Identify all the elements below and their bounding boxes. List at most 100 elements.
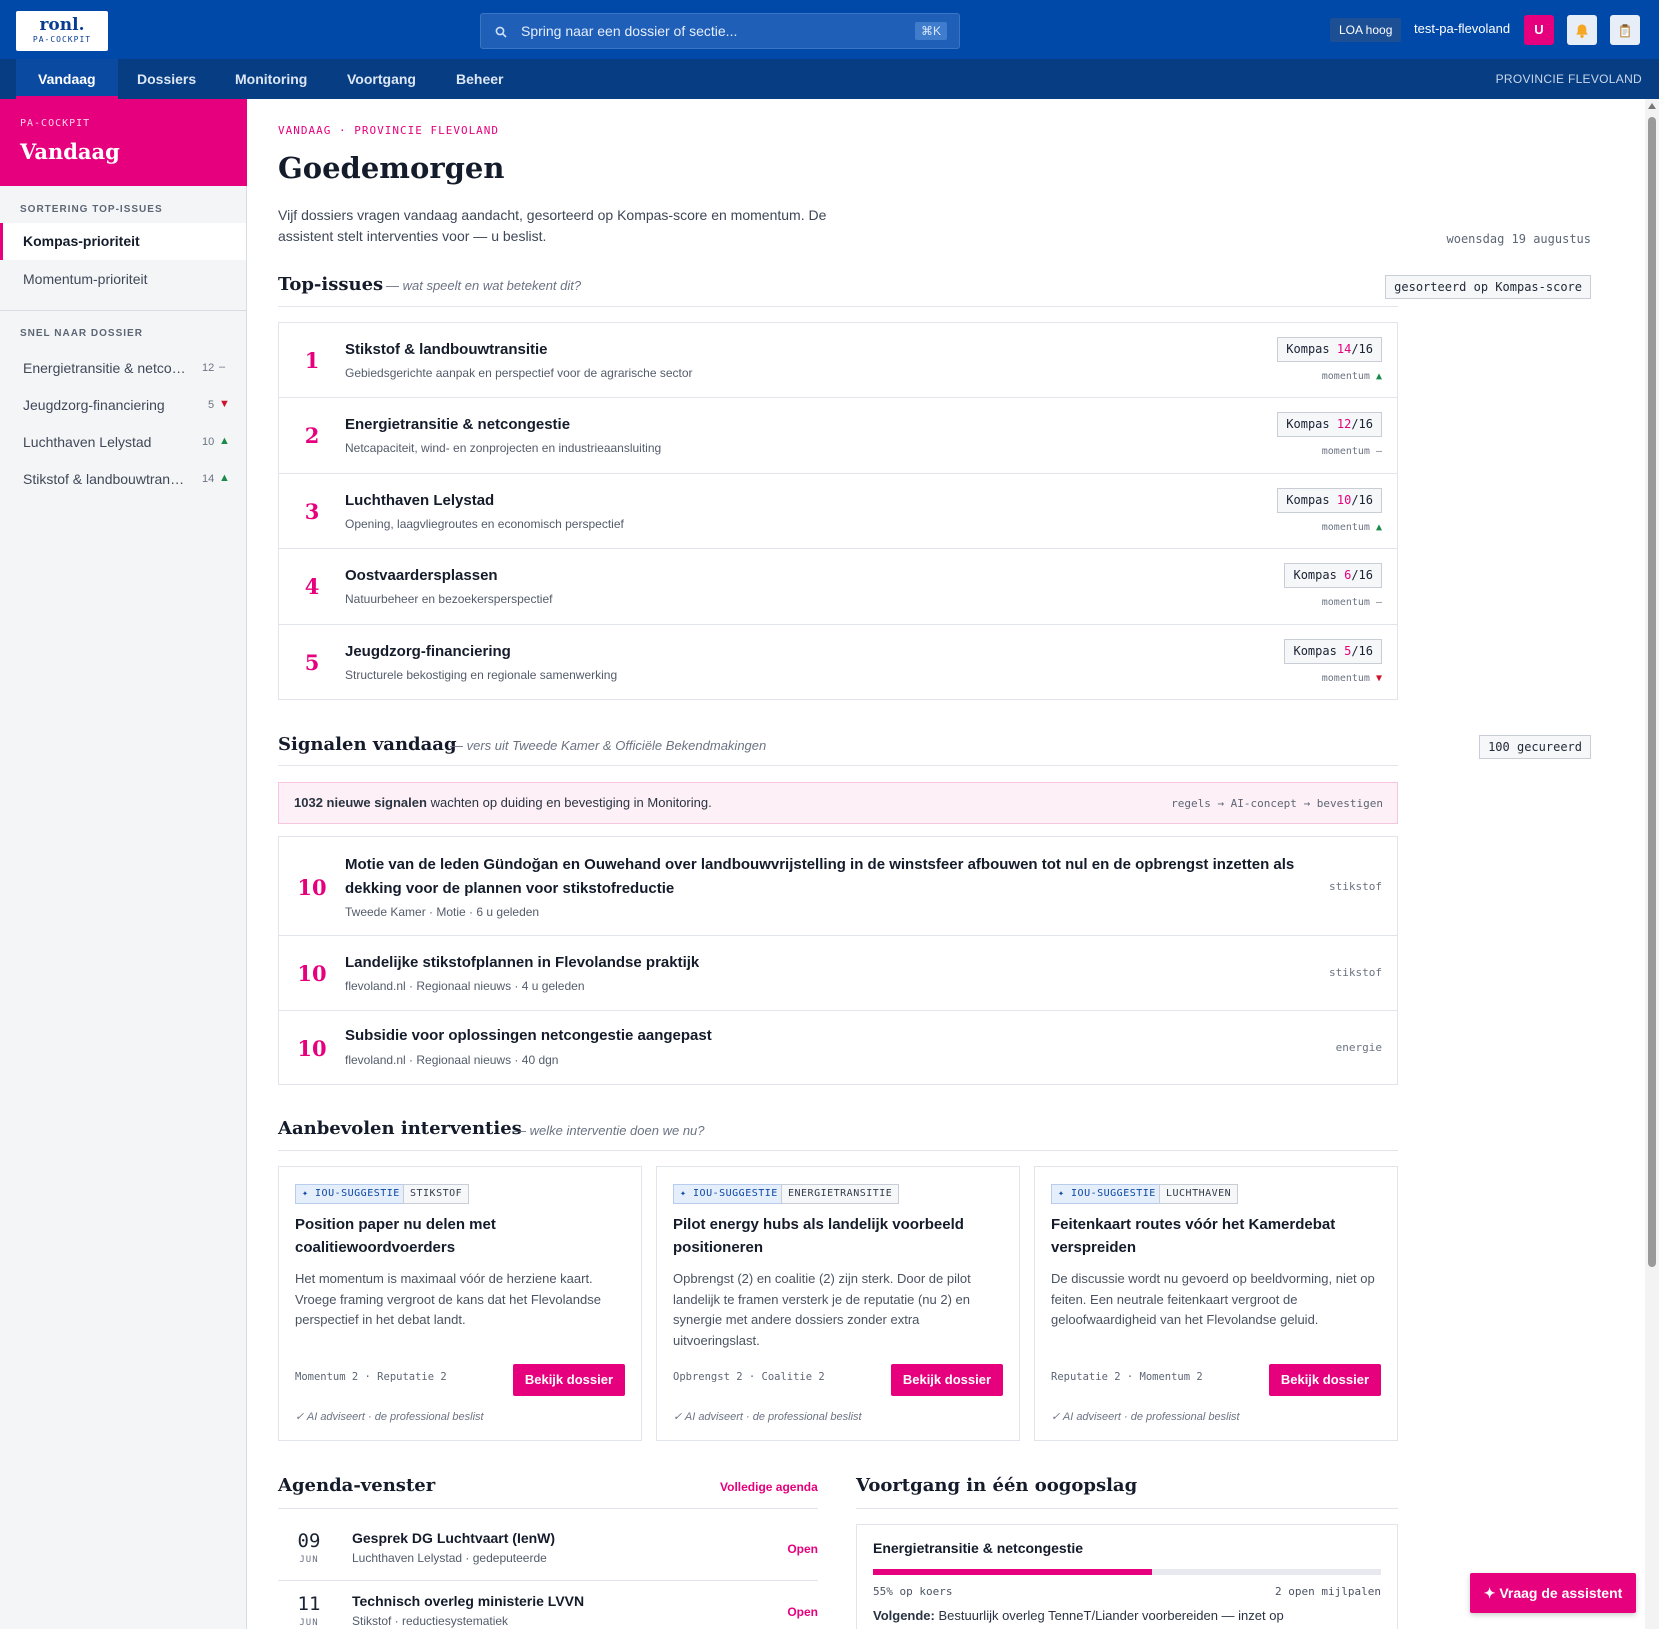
logo[interactable]: ronl. PA-COCKPIT <box>16 11 108 51</box>
signal-tag: stikstof <box>1329 880 1382 893</box>
full-agenda-link[interactable]: Volledige agenda <box>720 1480 818 1494</box>
kompas-max: /16 <box>1351 417 1373 431</box>
quick-dossier-name: Energietransitie & netcongestie <box>23 360 190 376</box>
view-dossier-button[interactable]: Bekijk dossier <box>1268 1364 1381 1396</box>
quick-dossier-name: Jeugdzorg-financiering <box>23 397 165 413</box>
sidebar-divider <box>0 310 246 311</box>
signals-list: 10 Motie van de leden Gündoğan en Ouweha… <box>278 836 1398 1085</box>
search-placeholder: Spring naar een dossier of sectie... <box>521 23 738 39</box>
kompas-value: 12 <box>1336 417 1352 431</box>
agenda-item[interactable]: 09 JUN Gesprek DG Luchtvaart (IenW) Luch… <box>278 1521 818 1581</box>
progress-title: Voortgang in één oogopslag <box>856 1475 1138 1496</box>
agenda-month: JUN <box>299 1555 319 1565</box>
issue-row[interactable]: 3 Luchthaven Lelystad Opening, laagvlieg… <box>279 474 1397 549</box>
momentum-label: momentum <box>1321 597 1370 608</box>
issue-row[interactable]: 4 Oostvaardersplassen Natuurbeheer en be… <box>279 549 1397 625</box>
ask-assistant-button[interactable]: ✦ Vraag de assistent <box>1470 1573 1636 1613</box>
open-milestones: 2 open mijlpalen <box>1275 1585 1381 1598</box>
issue-title: Energietransitie & netcongestie <box>345 416 571 433</box>
avatar[interactable]: U <box>1524 15 1554 45</box>
sort-momentum[interactable]: Momentum-prioriteit <box>0 261 246 298</box>
kompas-label: Kompas <box>1293 568 1337 582</box>
quick-dossier-score: 14 <box>202 473 215 485</box>
search-input[interactable]: Spring naar een dossier of sectie... ⌘K <box>480 13 960 49</box>
issue-row[interactable]: 5 Jeugdzorg-financiering Structurele bek… <box>279 625 1397 699</box>
issue-row[interactable]: 2 Energietransitie & netcongestie Netcap… <box>279 398 1397 474</box>
quick-dossier-stikstof[interactable]: Stikstof & landbouwtransitie 14 ▲ <box>0 461 246 497</box>
quick-dossier-energietransitie[interactable]: Energietransitie & netcongestie 12 – <box>0 350 246 386</box>
sort-kompas[interactable]: Kompas-prioriteit <box>0 223 246 260</box>
top-bar: ronl. PA-COCKPIT Spring naar een dossier… <box>0 0 1659 59</box>
progress-card[interactable]: Energietransitie & netcongestie 55% op k… <box>856 1524 1398 1629</box>
sidebar-title: Vandaag <box>20 139 120 164</box>
intervention-title: Feitenkaart routes vóór het Kamerdebat v… <box>1051 1216 1336 1256</box>
issue-rank: 3 <box>304 499 320 524</box>
kompas-score: Kompas 14/16 <box>1277 337 1382 362</box>
trend-up-icon: ▲ <box>1375 522 1382 533</box>
intervention-title: Position paper nu delen met coalitiewoor… <box>295 1216 496 1256</box>
nav-vandaag[interactable]: Vandaag <box>16 59 118 99</box>
scrollbar-thumb[interactable] <box>1648 117 1656 1267</box>
signal-tag: energie <box>1335 1041 1382 1054</box>
momentum-label: momentum <box>1321 673 1370 684</box>
issue-subtitle: Structurele bekostiging en regionale sam… <box>345 668 618 682</box>
nav-dossiers[interactable]: Dossiers <box>137 59 196 99</box>
trend-up-icon: ▲ <box>1375 371 1382 382</box>
issue-title: Stikstof & landbouwtransitie <box>345 341 548 358</box>
ai-suggestion-chip: ✦ IOU-SUGGESTIE <box>1051 1184 1163 1204</box>
agenda-open-link[interactable]: Open <box>787 1605 818 1619</box>
assistant-label: Vraag de assistent <box>1499 1585 1623 1601</box>
sidebar-header: PA-COCKPIT Vandaag <box>0 99 247 186</box>
kompas-value: 10 <box>1336 493 1352 507</box>
signal-score: 10 <box>297 875 327 900</box>
view-dossier-button[interactable]: Bekijk dossier <box>512 1364 625 1396</box>
issue-row[interactable]: 1 Stikstof & landbouwtransitie Gebiedsge… <box>279 323 1397 398</box>
issue-rank: 1 <box>304 348 320 373</box>
scroll-up-icon[interactable] <box>1648 103 1656 109</box>
signal-row[interactable]: 10 Landelijke stikstofplannen in Flevola… <box>279 936 1397 1011</box>
issue-title: Luchthaven Lelystad <box>345 492 495 509</box>
momentum-label: momentum <box>1321 446 1370 457</box>
trend-flat-icon: – <box>219 361 226 373</box>
kompas-max: /16 <box>1351 644 1373 658</box>
signal-title: Motie van de leden Gündoğan en Ouwehand … <box>345 856 1295 897</box>
notifications-button[interactable] <box>1567 15 1597 45</box>
agenda-open-link[interactable]: Open <box>787 1542 818 1556</box>
kompas-score: Kompas 5/16 <box>1284 639 1382 664</box>
signal-row[interactable]: 10 Subsidie voor oplossingen netcongesti… <box>279 1011 1397 1084</box>
kompas-max: /16 <box>1351 568 1373 582</box>
quick-dossier-jeugdzorg[interactable]: Jeugdzorg-financiering 5 ▼ <box>0 387 246 423</box>
top-issues-list: 1 Stikstof & landbouwtransitie Gebiedsge… <box>278 322 1398 700</box>
category-chip: LUCHTHAVEN <box>1159 1184 1239 1204</box>
intervention-card: ✦ IOU-SUGGESTIE STIKSTOF Position paper … <box>278 1166 642 1441</box>
issue-rank: 2 <box>304 423 320 448</box>
trend-down-icon: ▼ <box>1375 673 1382 684</box>
nav-monitoring[interactable]: Monitoring <box>235 59 307 99</box>
keyboard-shortcut: ⌘K <box>914 22 947 40</box>
kompas-max: /16 <box>1351 342 1373 356</box>
username[interactable]: test-pa-flevoland <box>1414 21 1510 36</box>
quick-dossier-name: Luchthaven Lelystad <box>23 434 152 450</box>
agenda-title: Agenda-venster <box>278 1475 436 1496</box>
progress-dossier: Energietransitie & netcongestie <box>873 1540 1084 1556</box>
trend-down-icon: ▼ <box>219 398 230 410</box>
scrollbar[interactable] <box>1645 99 1659 1629</box>
intervention-card: ✦ IOU-SUGGESTIE ENERGIETRANSITIE Pilot e… <box>656 1166 1020 1441</box>
clipboard-button[interactable] <box>1610 15 1640 45</box>
main-content: VANDAAG · PROVINCIE FLEVOLAND Goedemorge… <box>247 99 1645 1629</box>
section-divider <box>278 765 1398 766</box>
ai-disclaimer: ✓ AI adviseert · de professional beslist <box>295 1411 484 1423</box>
alert-message: wachten op duiding en bevestiging in Mon… <box>430 795 712 810</box>
ai-disclaimer: ✓ AI adviseert · de professional beslist <box>1051 1411 1240 1423</box>
nav-beheer[interactable]: Beheer <box>456 59 503 99</box>
nav-voortgang[interactable]: Voortgang <box>347 59 416 99</box>
signal-title: Subsidie voor oplossingen netcongestie a… <box>345 1027 712 1044</box>
category-chip: ENERGIETRANSITIE <box>781 1184 900 1204</box>
agenda-subtitle: Luchthaven Lelystad · gedeputeerde <box>352 1551 547 1565</box>
agenda-item[interactable]: 11 JUN Technisch overleg ministerie LVVN… <box>278 1584 818 1629</box>
view-dossier-button[interactable]: Bekijk dossier <box>890 1364 1003 1396</box>
momentum-indicator: momentum – <box>1322 446 1382 457</box>
signal-row[interactable]: 10 Motie van de leden Gündoğan en Ouweha… <box>279 837 1397 936</box>
signals-alert[interactable]: 1032 nieuwe signalen wachten op duiding … <box>278 782 1398 824</box>
quick-dossier-luchthaven[interactable]: Luchthaven Lelystad 10 ▲ <box>0 424 246 460</box>
